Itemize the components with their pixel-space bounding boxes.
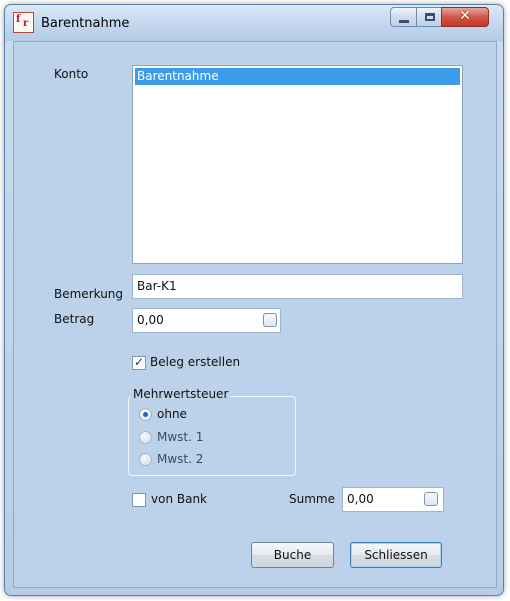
list-item[interactable]: Barentnahme	[135, 68, 460, 85]
title-bar[interactable]: fr Barentnahme ✕	[5, 5, 503, 41]
close-button[interactable]: ✕	[441, 7, 489, 27]
konto-listbox[interactable]: Barentnahme	[132, 65, 463, 264]
radio-mwst-2[interactable]	[139, 453, 152, 466]
radio-mwst-1[interactable]	[139, 431, 152, 444]
von-bank-label[interactable]: von Bank	[151, 492, 207, 506]
summe-label: Summe	[289, 492, 335, 506]
beleg-checkbox[interactable]: ✓	[132, 355, 146, 370]
radio-mwst-1-label[interactable]: Mwst. 1	[157, 430, 203, 444]
schliessen-button[interactable]: Schliessen	[350, 542, 442, 568]
buche-button[interactable]: Buche	[251, 542, 334, 568]
bemerkung-field[interactable]: Bar-K1	[132, 274, 463, 299]
maximize-icon	[425, 13, 435, 21]
mwst-group-title: Mehrwertsteuer	[131, 387, 231, 401]
minimize-icon	[399, 20, 409, 23]
dialog-window: fr Barentnahme ✕ Konto Barentnahme Bemer…	[4, 4, 504, 596]
maximize-button[interactable]	[416, 7, 442, 27]
radio-ohne[interactable]	[139, 408, 152, 421]
dialog-content: Konto Barentnahme Bemerkung Bar-K1 Betra…	[13, 41, 497, 588]
summe-picker-button[interactable]	[424, 492, 438, 506]
von-bank-checkbox[interactable]	[132, 493, 146, 507]
radio-ohne-label[interactable]: ohne	[157, 407, 187, 421]
checkmark-icon: ✓	[134, 355, 145, 369]
minimize-button[interactable]	[390, 7, 417, 27]
beleg-label[interactable]: Beleg erstellen	[150, 355, 240, 369]
betrag-picker-button[interactable]	[263, 313, 277, 327]
bemerkung-label: Bemerkung	[54, 287, 124, 301]
konto-label: Konto	[54, 67, 89, 81]
window-title: Barentnahme	[41, 16, 130, 31]
close-icon: ✕	[459, 8, 471, 24]
betrag-label: Betrag	[54, 312, 95, 326]
app-icon[interactable]: fr	[13, 12, 34, 33]
mwst-groupbox	[128, 396, 296, 476]
betrag-field[interactable]: 0,00	[132, 308, 281, 333]
radio-mwst-2-label[interactable]: Mwst. 2	[157, 452, 203, 466]
